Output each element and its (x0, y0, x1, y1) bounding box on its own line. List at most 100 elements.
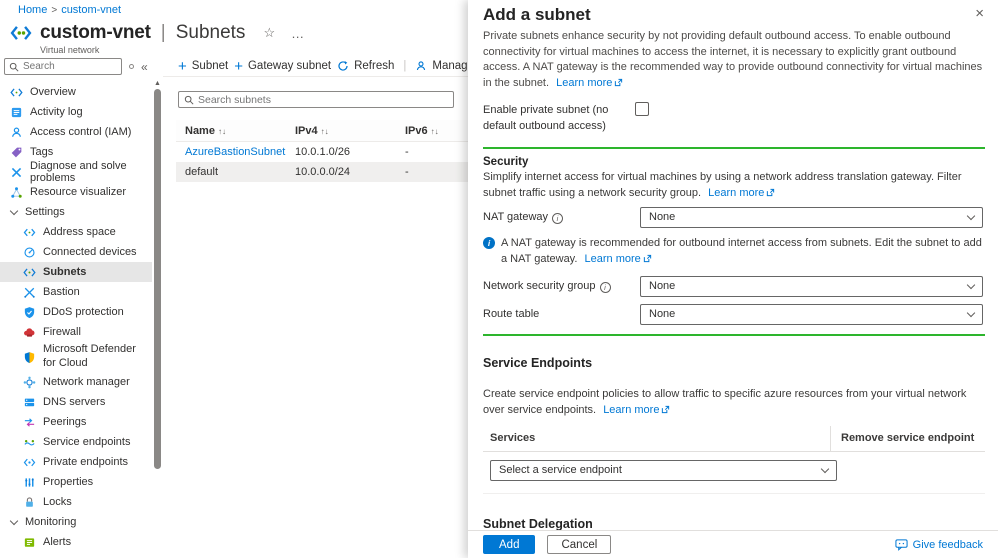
scrollbar-up-icon[interactable]: ▲ (152, 80, 163, 88)
external-link-icon (614, 78, 623, 87)
address-space-icon (23, 226, 36, 239)
info-icon: i (552, 213, 563, 224)
sidebar-item-private-endpoints[interactable]: Private endpoints (0, 452, 152, 472)
learn-more-link[interactable]: Learn more (708, 187, 764, 199)
search-icon (184, 95, 194, 105)
network-manager-icon (23, 376, 36, 389)
give-feedback-link[interactable]: Give feedback (895, 538, 983, 551)
external-link-icon (766, 188, 775, 197)
nsg-select[interactable]: None (640, 276, 983, 297)
add-subnet-panel: Add a subnet × Private subnets enhance s… (468, 0, 998, 558)
subnet-search[interactable] (178, 91, 454, 108)
iam-icon (10, 126, 23, 139)
subnets-table: Name↑↓ IPv4↑↓ IPv6↑↓ AzureBastionSubnet … (176, 120, 468, 182)
subnet-search-input[interactable] (198, 94, 448, 106)
table-row[interactable]: default 10.0.0.0/24 - (176, 162, 468, 182)
sidebar-scrollbar[interactable]: ▲ (152, 80, 163, 558)
sidebar-item-alerts[interactable]: Alerts (0, 532, 152, 552)
subnet-link[interactable]: AzureBastionSubnet (185, 146, 285, 158)
sidebar-item-peerings[interactable]: Peerings (0, 412, 152, 432)
sidebar-item-network-manager[interactable]: Network manager (0, 372, 152, 392)
more-options-icon[interactable]: … (291, 26, 305, 41)
security-highlight-box: Security Simplify internet access for vi… (483, 147, 985, 337)
sidebar-item-address-space[interactable]: Address space (0, 222, 152, 242)
subnet-link[interactable]: default (185, 166, 218, 178)
breadcrumb-home-link[interactable]: Home (18, 4, 47, 16)
chevron-down-icon (967, 212, 975, 220)
sidebar-item-ddos-protection[interactable]: DDoS protection (0, 302, 152, 322)
vnet-icon (10, 22, 32, 44)
sidebar-item-access-control[interactable]: Access control (IAM) (0, 122, 152, 142)
toolbar-divider: | (403, 60, 406, 72)
panel-title: Add a subnet (483, 5, 591, 25)
close-icon[interactable]: × (975, 5, 984, 22)
security-heading: Security (483, 154, 983, 170)
panel-intro: Private subnets enhance security by not … (483, 29, 985, 91)
properties-icon (23, 476, 36, 489)
sort-icon[interactable]: ↑↓ (218, 127, 226, 136)
sidebar-search-input[interactable] (23, 61, 117, 72)
external-link-icon (661, 405, 670, 414)
search-icon (9, 62, 19, 72)
bastion-icon (23, 286, 36, 299)
sidebar-item-connected-devices[interactable]: Connected devices (0, 242, 152, 262)
favorite-star-icon[interactable]: ☆ (263, 25, 275, 41)
subnets-icon (23, 266, 36, 279)
services-column-header: Services (483, 431, 830, 447)
nat-gateway-label: NAT gatewayi (483, 207, 640, 226)
defender-icon (23, 351, 36, 364)
add-subnet-button[interactable]: + Subnet (178, 59, 228, 74)
plus-icon: + (234, 59, 243, 74)
sidebar-item-firewall[interactable]: Firewall (0, 322, 152, 342)
add-gateway-subnet-button[interactable]: + Gateway subnet (234, 59, 331, 74)
info-icon: i (600, 282, 611, 293)
security-description: Simplify internet access for virtual mac… (483, 170, 983, 201)
route-table-select[interactable]: None (640, 304, 983, 325)
sidebar-item-tags[interactable]: Tags (0, 142, 152, 162)
service-endpoints-description: Create service endpoint policies to allo… (483, 387, 985, 418)
connected-devices-icon (23, 246, 36, 259)
route-table-label: Route table (483, 304, 640, 323)
learn-more-link[interactable]: Learn more (603, 404, 659, 416)
learn-more-link[interactable]: Learn more (585, 253, 641, 265)
sidebar-item-diagnose[interactable]: Diagnose and solve problems (0, 162, 152, 182)
panel-body: Private subnets enhance security by not … (483, 29, 985, 530)
sidebar-search[interactable] (4, 58, 122, 75)
sort-icon[interactable]: ↑↓ (431, 127, 439, 136)
chevron-down-icon (10, 206, 18, 214)
sidebar-item-locks[interactable]: Locks (0, 492, 152, 512)
breadcrumb-current-link[interactable]: custom-vnet (61, 4, 121, 16)
plus-icon: + (178, 59, 187, 74)
cancel-button[interactable]: Cancel (547, 535, 611, 554)
service-endpoints-heading: Service Endpoints (483, 355, 985, 373)
sidebar-item-overview[interactable]: Overview (0, 82, 152, 102)
sidebar-item-properties[interactable]: Properties (0, 472, 152, 492)
sidebar-item-defender[interactable]: Microsoft Defender for Cloud (0, 342, 152, 372)
chevron-down-icon (10, 516, 18, 524)
table-row[interactable]: AzureBastionSubnet 10.0.1.0/26 - (176, 142, 468, 162)
private-subnet-checkbox[interactable] (635, 102, 649, 116)
scrollbar-thumb[interactable] (154, 89, 161, 469)
chevron-down-icon (821, 465, 829, 473)
sidebar-item-dns-servers[interactable]: DNS servers (0, 392, 152, 412)
sidebar-collapse-icon[interactable]: « (141, 60, 148, 74)
command-bar: + Subnet + Gateway subnet Refresh | Mana… (163, 56, 468, 77)
sidebar-item-resource-visualizer[interactable]: Resource visualizer (0, 182, 152, 202)
sidebar-group-monitoring[interactable]: Monitoring (0, 512, 152, 532)
sort-icon[interactable]: ↑↓ (321, 127, 329, 136)
sidebar-group-settings[interactable]: Settings (0, 202, 152, 222)
ddos-icon (23, 306, 36, 319)
resource-visualizer-icon (10, 186, 23, 199)
sidebar-item-subnets[interactable]: Subnets (0, 262, 152, 282)
nat-gateway-select[interactable]: None (640, 207, 983, 228)
sidebar-item-activity-log[interactable]: Activity log (0, 102, 152, 122)
chevron-down-icon (967, 309, 975, 317)
refresh-button[interactable]: Refresh (337, 60, 394, 72)
learn-more-link[interactable]: Learn more (556, 77, 612, 89)
sidebar-item-bastion[interactable]: Bastion (0, 282, 152, 302)
sidebar-item-service-endpoints[interactable]: Service endpoints (0, 432, 152, 452)
resource-type-subtitle: Virtual network (40, 45, 99, 55)
breadcrumb-separator: > (51, 5, 57, 16)
service-endpoint-select[interactable]: Select a service endpoint (490, 460, 837, 481)
add-button[interactable]: Add (483, 535, 535, 554)
